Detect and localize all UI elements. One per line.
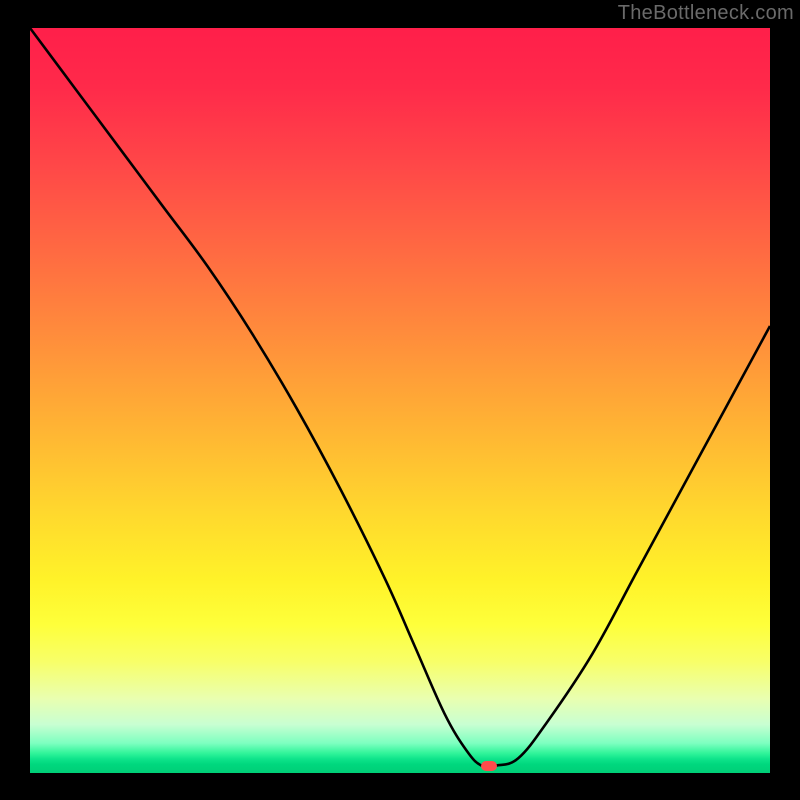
plot-area [30, 28, 770, 773]
curve-svg [30, 28, 770, 773]
watermark-text: TheBottleneck.com [618, 2, 794, 25]
bottleneck-curve [30, 28, 770, 767]
chart-frame: TheBottleneck.com [0, 0, 800, 800]
optimal-point-marker [481, 761, 497, 771]
